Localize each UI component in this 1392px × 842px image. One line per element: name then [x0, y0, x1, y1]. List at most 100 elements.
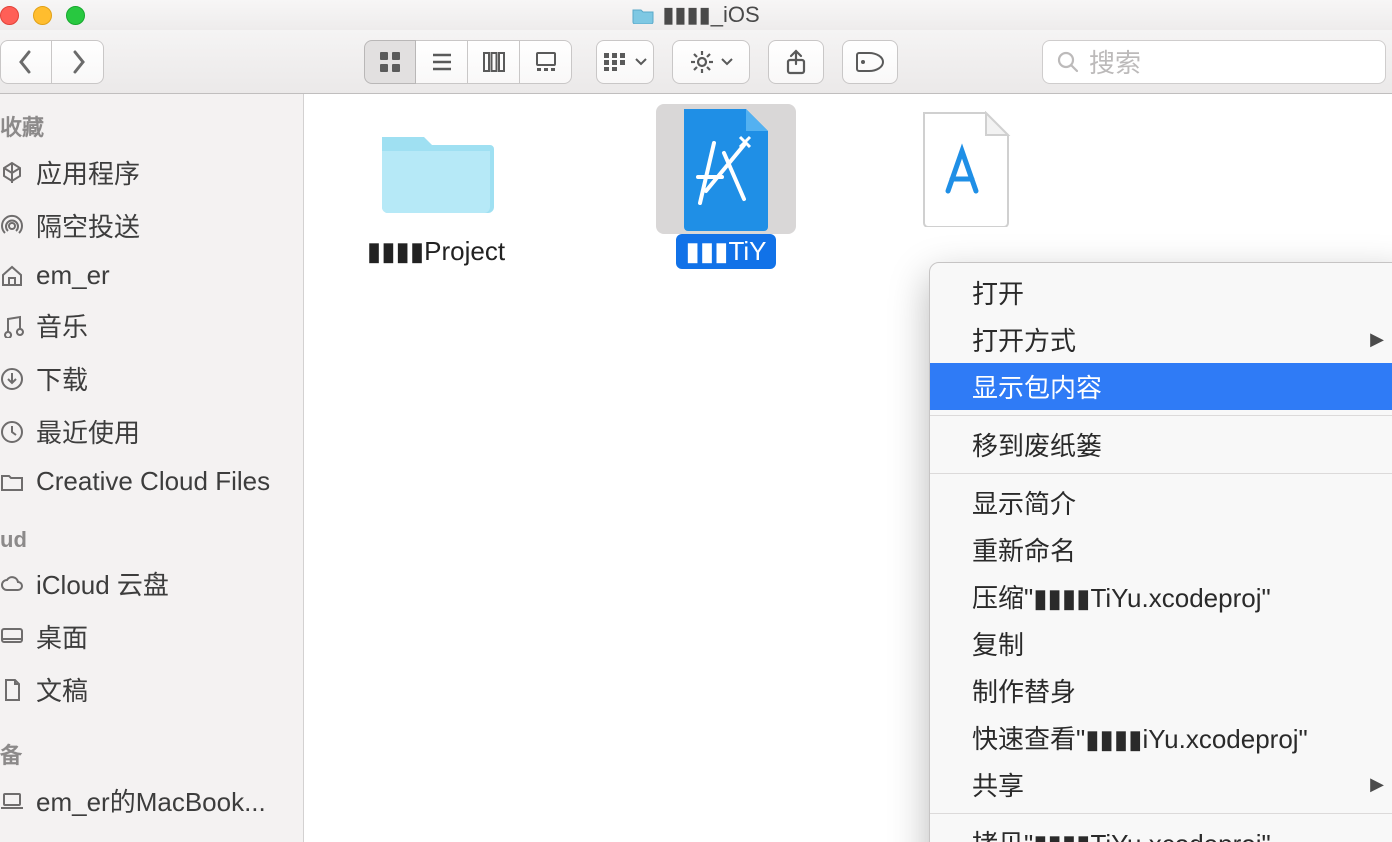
sidebar-item-label: 最近使用	[36, 413, 140, 450]
column-view-button[interactable]	[468, 40, 520, 84]
cm-label: 拷贝"▮▮▮▮TiYu.xcodeproj"	[972, 829, 1271, 842]
share-icon	[785, 49, 807, 75]
sidebar-item-label: em_er的MacBook...	[36, 782, 266, 819]
sidebar-item-creative-cloud[interactable]: Creative Cloud Files	[0, 458, 303, 505]
file-label: ▮▮▮TiY	[676, 234, 777, 269]
sidebar-item-desktop[interactable]: 桌面	[0, 610, 303, 663]
content-area[interactable]: ▮▮▮▮Project ▮▮▮TiY	[304, 94, 1392, 842]
airdrop-icon	[0, 214, 24, 238]
cm-compress[interactable]: 压缩"▮▮▮▮TiYu.xcodeproj"	[930, 573, 1392, 620]
laptop-icon	[0, 789, 24, 813]
file-icon	[366, 104, 506, 234]
file-item-folder[interactable]: ▮▮▮▮Project	[356, 104, 516, 269]
cm-open-with[interactable]: 打开方式 ▶	[930, 316, 1392, 363]
share-button[interactable]	[768, 40, 824, 84]
tag-icon	[855, 52, 885, 72]
minimize-window-button[interactable]	[33, 6, 52, 25]
list-icon	[430, 50, 454, 74]
close-window-button[interactable]	[0, 6, 19, 25]
icon-view-button[interactable]	[364, 40, 416, 84]
cm-separator	[930, 415, 1392, 416]
sidebar-item-airdrop[interactable]: 隔空投送	[0, 199, 303, 252]
sidebar-item-label: Creative Cloud Files	[36, 466, 270, 497]
cm-duplicate[interactable]: 复制	[930, 620, 1392, 667]
sidebar-item-music[interactable]: 音乐	[0, 299, 303, 352]
file-item-workspace[interactable]	[886, 104, 1046, 269]
search-placeholder: 搜索	[1089, 43, 1141, 80]
search-field[interactable]: 搜索	[1042, 40, 1386, 84]
file-label: ▮▮▮▮Project	[357, 234, 515, 269]
action-button[interactable]	[672, 40, 750, 84]
chevron-down-icon	[721, 58, 733, 66]
chevron-right-icon: ▶	[1370, 774, 1384, 795]
cm-label: 制作替身	[972, 672, 1076, 709]
gallery-view-button[interactable]	[520, 40, 572, 84]
cm-label: 压缩"▮▮▮▮TiYu.xcodeproj"	[972, 583, 1271, 613]
sidebar-item-applications[interactable]: 应用程序	[0, 146, 303, 199]
downloads-icon	[0, 367, 24, 391]
file-item-xcodeproj[interactable]: ▮▮▮TiY	[646, 104, 806, 269]
cm-label: 打开方式	[972, 321, 1076, 358]
folder-icon	[632, 6, 654, 24]
sidebar-item-label: iCloud 云盘	[36, 565, 169, 602]
tags-button[interactable]	[842, 40, 898, 84]
clock-icon	[0, 420, 24, 444]
sidebar-item-label: 音乐	[36, 307, 88, 344]
cm-open[interactable]: 打开	[930, 269, 1392, 316]
cm-label: 显示简介	[972, 484, 1076, 521]
cm-rename[interactable]: 重新命名	[930, 526, 1392, 573]
home-icon	[0, 264, 24, 288]
folder-icon	[378, 123, 494, 215]
arrange-icon	[603, 52, 629, 72]
cm-separator	[930, 813, 1392, 814]
sidebar-item-label: 文稿	[36, 671, 88, 708]
xcodeproj-icon	[678, 107, 774, 231]
document-icon	[0, 678, 24, 702]
arrange-button[interactable]	[596, 40, 654, 84]
file-icon	[656, 104, 796, 234]
gear-icon	[689, 49, 715, 75]
sidebar-header-icloud: ud	[0, 521, 303, 557]
chevron-right-icon: ▶	[1370, 329, 1384, 350]
cm-label: 重新命名	[972, 531, 1076, 568]
sidebar-header-favorites: 收藏	[0, 104, 303, 146]
sidebar-header-devices: 备	[0, 732, 303, 774]
cm-separator	[930, 473, 1392, 474]
sidebar-item-label: em_er	[36, 260, 110, 291]
desktop-icon	[0, 625, 24, 649]
sidebar-item-downloads[interactable]: 下载	[0, 352, 303, 405]
list-view-button[interactable]	[416, 40, 468, 84]
cm-make-alias[interactable]: 制作替身	[930, 667, 1392, 714]
cm-get-info[interactable]: 显示简介	[930, 479, 1392, 526]
sidebar-item-icloud-drive[interactable]: iCloud 云盘	[0, 557, 303, 610]
music-icon	[0, 314, 24, 338]
forward-button[interactable]	[52, 40, 104, 84]
sidebar-item-documents[interactable]: 文稿	[0, 663, 303, 716]
zoom-window-button[interactable]	[66, 6, 85, 25]
cm-label: 移到废纸篓	[972, 426, 1102, 463]
sidebar-item-macbook[interactable]: em_er的MacBook...	[0, 774, 303, 827]
chevron-right-icon	[69, 49, 87, 75]
sidebar-item-label: 桌面	[36, 618, 88, 655]
sidebar-item-home[interactable]: em_er	[0, 252, 303, 299]
cm-label: 显示包内容	[972, 368, 1102, 405]
cm-show-package-contents[interactable]: 显示包内容	[930, 363, 1392, 410]
folder-icon	[0, 470, 24, 494]
cm-share[interactable]: 共享 ▶	[930, 761, 1392, 808]
chevron-left-icon	[17, 49, 35, 75]
cm-move-to-trash[interactable]: 移到废纸篓	[930, 421, 1392, 468]
toolbar: 搜索	[0, 30, 1392, 94]
sidebar-item-label: 下载	[36, 360, 88, 397]
cm-label: 共享	[972, 766, 1024, 803]
sidebar-item-recents[interactable]: 最近使用	[0, 405, 303, 458]
grid-icon	[378, 50, 402, 74]
cm-copy[interactable]: 拷贝"▮▮▮▮TiYu.xcodeproj"	[930, 819, 1392, 842]
columns-icon	[482, 50, 506, 74]
search-icon	[1057, 51, 1079, 73]
titlebar: ▮▮▮▮_iOS	[0, 0, 1392, 30]
context-menu: 打开 打开方式 ▶ 显示包内容 移到废纸篓 显示简介 重新命名 压缩"▮▮▮▮T…	[929, 262, 1392, 842]
window-title-suffix: _iOS	[711, 2, 760, 27]
cm-quick-look[interactable]: 快速查看"▮▮▮▮iYu.xcodeproj"	[930, 714, 1392, 761]
sidebar-item-label: 应用程序	[36, 154, 140, 191]
back-button[interactable]	[0, 40, 52, 84]
